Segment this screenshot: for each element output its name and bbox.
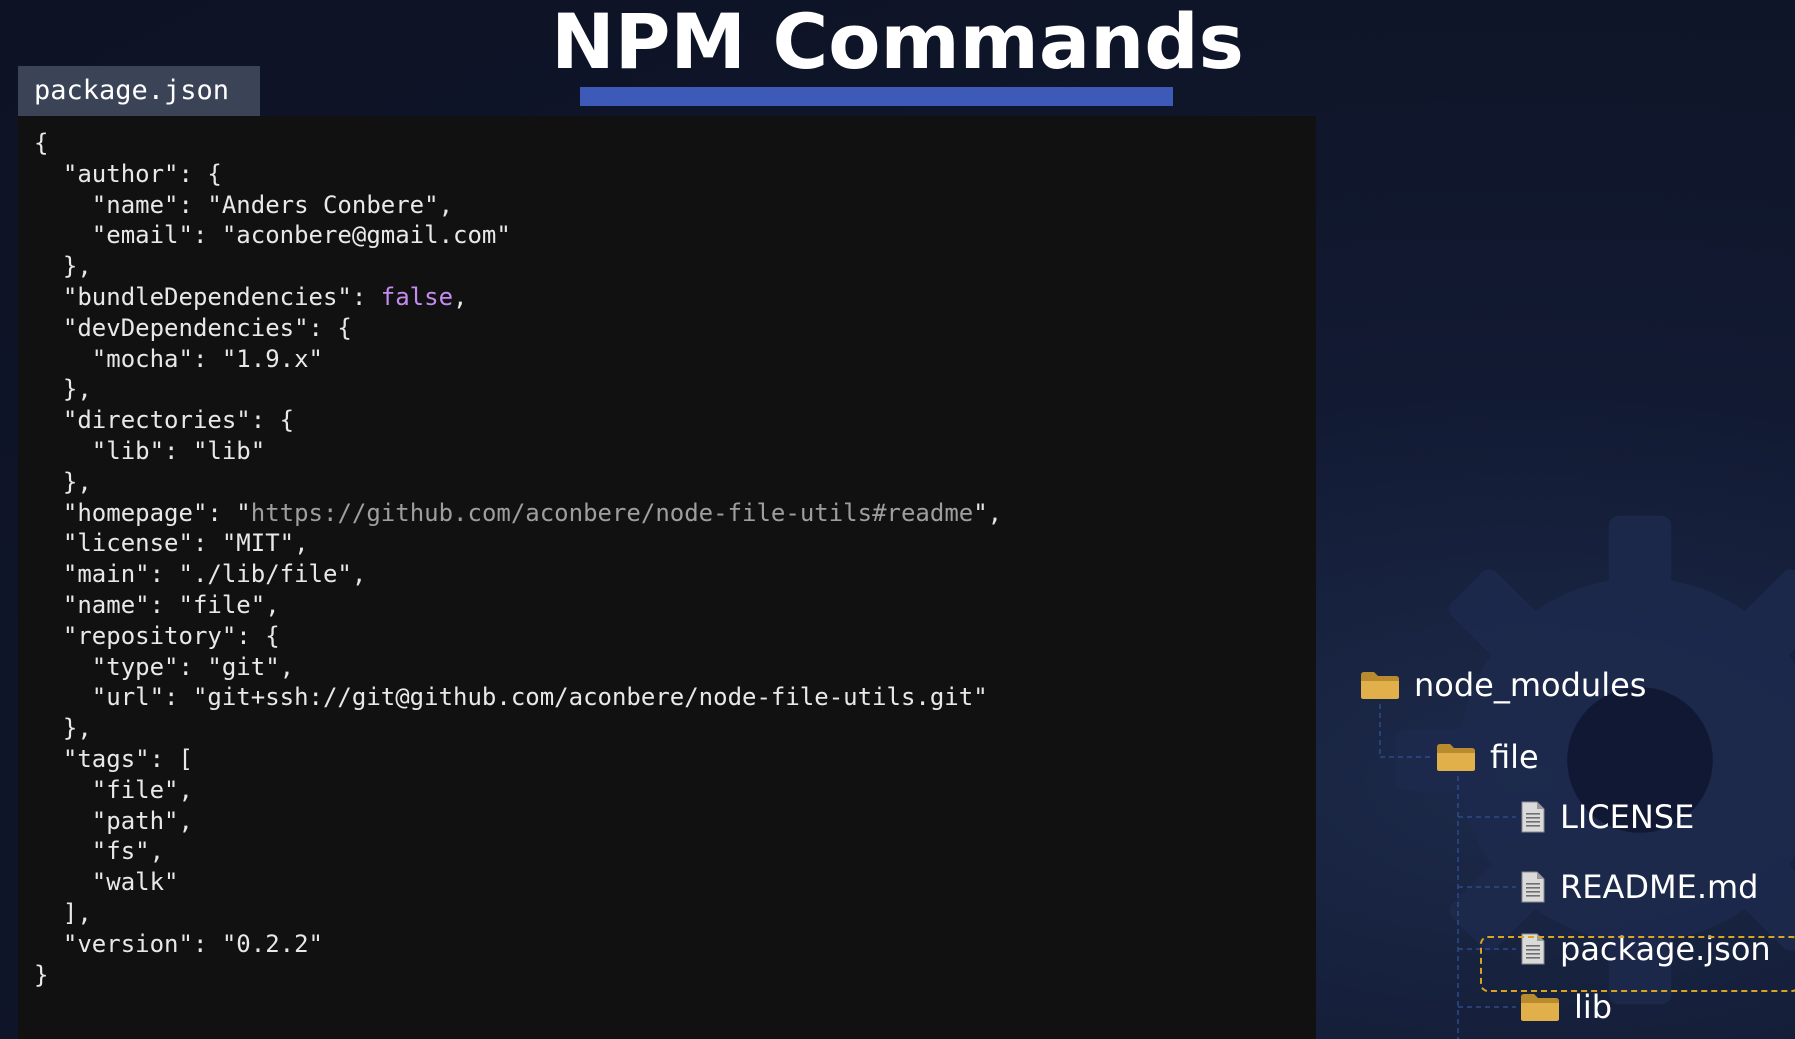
tree-node-label: node_modules — [1414, 666, 1647, 704]
code-line: "devDependencies": { — [34, 313, 352, 342]
code-line: "bundleDependencies": false, — [34, 282, 468, 311]
folder-icon — [1361, 672, 1399, 699]
tree-node-label: LICENSE — [1560, 798, 1695, 836]
code-line: }, — [34, 714, 92, 743]
file-tab-package-json[interactable]: package.json — [18, 66, 260, 116]
code-panel: { "author": { "name": "Anders Conbere", … — [18, 116, 1316, 1039]
tree-node-file[interactable]: file — [1436, 732, 1539, 782]
code-line: "mocha": "1.9.x" — [34, 344, 323, 373]
code-line: }, — [34, 467, 92, 496]
code-line: "fs", — [34, 837, 165, 866]
folder-icon — [1521, 994, 1559, 1021]
code-line: } — [34, 960, 49, 989]
url-literal: https://github.com/aconbere/node-file-ut… — [250, 498, 974, 527]
folder-icon — [1437, 744, 1475, 771]
code-line: "version": "0.2.2" — [34, 929, 323, 958]
file-icon — [1521, 801, 1545, 833]
code-line: "homepage": "https://github.com/aconbere… — [34, 498, 1003, 527]
code-line: "tags": [ — [34, 744, 193, 773]
code-line: }, — [34, 375, 92, 404]
tree-node-node-modules[interactable]: node_modules — [1360, 660, 1646, 710]
code-line: "url": "git+ssh://git@github.com/aconber… — [34, 683, 988, 712]
tree-node-readme-md[interactable]: README.md — [1520, 862, 1758, 912]
tree-node-license[interactable]: LICENSE — [1520, 792, 1694, 842]
file-icon — [1521, 871, 1545, 903]
code-line: "directories": { — [34, 406, 295, 435]
code-line: "path", — [34, 806, 193, 835]
code-line: "main": "./lib/file", — [34, 560, 367, 589]
boolean-literal: false — [380, 282, 454, 311]
title-underline — [580, 87, 1173, 106]
tree-node-label: file — [1490, 738, 1539, 776]
code-line: "name": "Anders Conbere", — [34, 190, 454, 219]
code-line: "file", — [34, 775, 193, 804]
code-line: "author": { — [34, 159, 222, 188]
code-line: "repository": { — [34, 621, 280, 650]
slide-title: NPM Commands — [551, 0, 1244, 86]
code-line: "license": "MIT", — [34, 529, 309, 558]
json-code-block: { "author": { "name": "Anders Conbere", … — [18, 116, 1316, 990]
code-line: "email": "aconbere@gmail.com" — [34, 221, 511, 250]
tree-node-label: lib — [1574, 988, 1613, 1026]
code-line: "type": "git", — [34, 652, 295, 681]
tree-node-label: README.md — [1560, 868, 1759, 906]
code-line: "walk" — [34, 868, 179, 897]
code-line: }, — [34, 252, 92, 281]
selected-node-highlight — [1480, 936, 1795, 992]
code-line: "name": "file", — [34, 590, 280, 619]
code-line: "lib": "lib" — [34, 436, 266, 465]
code-line: ], — [34, 898, 92, 927]
code-line: { — [34, 129, 49, 157]
